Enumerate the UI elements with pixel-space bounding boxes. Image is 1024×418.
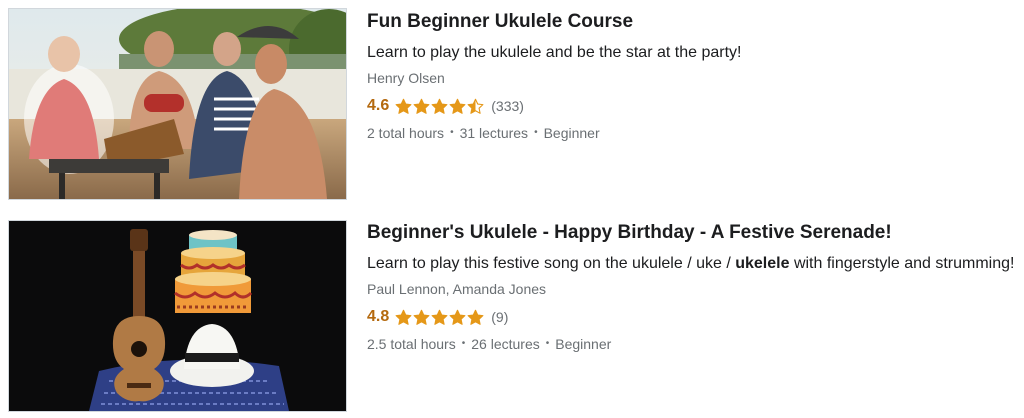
- course-meta: 2.5 total hours • 26 lectures • Beginner: [367, 334, 1018, 354]
- course-lectures: 31 lectures: [459, 125, 529, 141]
- star-icon: [413, 309, 430, 325]
- course-level: Beginner: [555, 336, 612, 352]
- meta-separator: •: [461, 338, 466, 349]
- course-title[interactable]: Fun Beginner Ukulele Course: [367, 10, 1018, 34]
- course-lectures: 26 lectures: [471, 336, 540, 352]
- rating-number: 4.6: [367, 97, 390, 114]
- review-count: (333): [491, 98, 524, 114]
- course-headline: Learn to play this festive song on the u…: [367, 251, 1017, 276]
- star-icon: [449, 309, 466, 325]
- course-info: Fun Beginner Ukulele Course Learn to pla…: [367, 8, 1018, 143]
- star-half-icon: [467, 98, 484, 114]
- course-hours: 2 total hours: [367, 125, 445, 141]
- headline-text: Learn to play this festive song on the u…: [367, 255, 736, 272]
- star-icon: [413, 98, 430, 114]
- rating-row: 4.8 (9): [367, 306, 1018, 328]
- course-headline: Learn to play the ukulele and be the sta…: [367, 44, 742, 61]
- course-card[interactable]: Beginner's Ukulele - Happy Birthday - A …: [8, 220, 1018, 412]
- meta-separator: •: [450, 127, 454, 138]
- rating-row: 4.6 (333): [367, 95, 1018, 117]
- star-icon: [395, 309, 412, 325]
- headline-keyword: ukelele: [735, 255, 790, 272]
- headline-text: with fingerstyle and strumming!: [789, 255, 1015, 272]
- course-level: Beginner: [543, 125, 600, 141]
- course-info: Beginner's Ukulele - Happy Birthday - A …: [367, 220, 1018, 354]
- star-icon: [431, 309, 448, 325]
- course-instructors[interactable]: Paul Lennon, Amanda Jones: [367, 279, 1018, 299]
- star-icon: [395, 98, 412, 114]
- meta-separator: •: [545, 338, 550, 349]
- course-card[interactable]: Fun Beginner Ukulele Course Learn to pla…: [8, 8, 1018, 200]
- course-title[interactable]: Beginner's Ukulele - Happy Birthday - A …: [367, 221, 1018, 245]
- star-rating: [395, 98, 484, 115]
- meta-separator: •: [534, 127, 538, 138]
- course-meta: 2 total hours • 31 lectures • Beginner: [367, 123, 1018, 143]
- star-rating: [395, 309, 484, 326]
- course-thumbnail-image[interactable]: [8, 8, 347, 200]
- course-thumbnail-image[interactable]: [8, 220, 347, 412]
- course-hours: 2.5 total hours: [367, 336, 456, 352]
- rating-number: 4.8: [367, 308, 390, 325]
- course-instructors[interactable]: Henry Olsen: [367, 68, 1018, 88]
- star-icon: [467, 309, 484, 325]
- review-count: (9): [491, 309, 509, 325]
- star-icon: [431, 98, 448, 114]
- star-icon: [449, 98, 466, 114]
